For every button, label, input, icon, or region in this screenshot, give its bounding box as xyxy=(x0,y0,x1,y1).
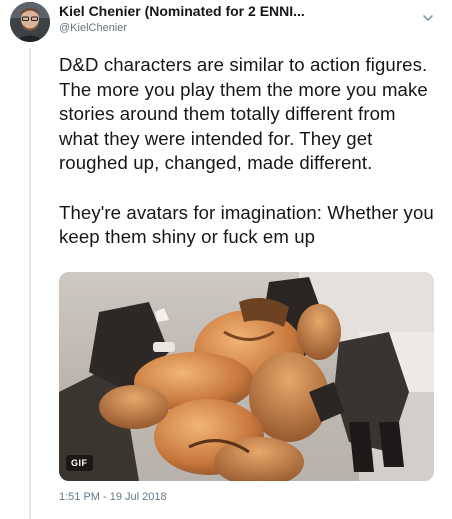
tweet-timestamp[interactable]: 1:51 PM - 19 Jul 2018 xyxy=(59,491,167,503)
thread-line xyxy=(29,48,31,519)
author-display-name[interactable]: Kiel Chenier (Nominated for 2 ENNI... xyxy=(59,3,305,19)
tweet-media-gif[interactable]: GIF xyxy=(59,272,434,481)
author-handle[interactable]: @KielChenier xyxy=(59,22,127,34)
action-figures-image xyxy=(59,272,434,481)
tweet-text: D&D characters are similar to action fig… xyxy=(59,54,434,248)
gif-badge: GIF xyxy=(66,455,93,471)
chevron-down-icon[interactable] xyxy=(420,10,436,26)
tweet: Kiel Chenier (Nominated for 2 ENNI... @K… xyxy=(0,0,452,519)
avatar[interactable] xyxy=(10,2,50,42)
